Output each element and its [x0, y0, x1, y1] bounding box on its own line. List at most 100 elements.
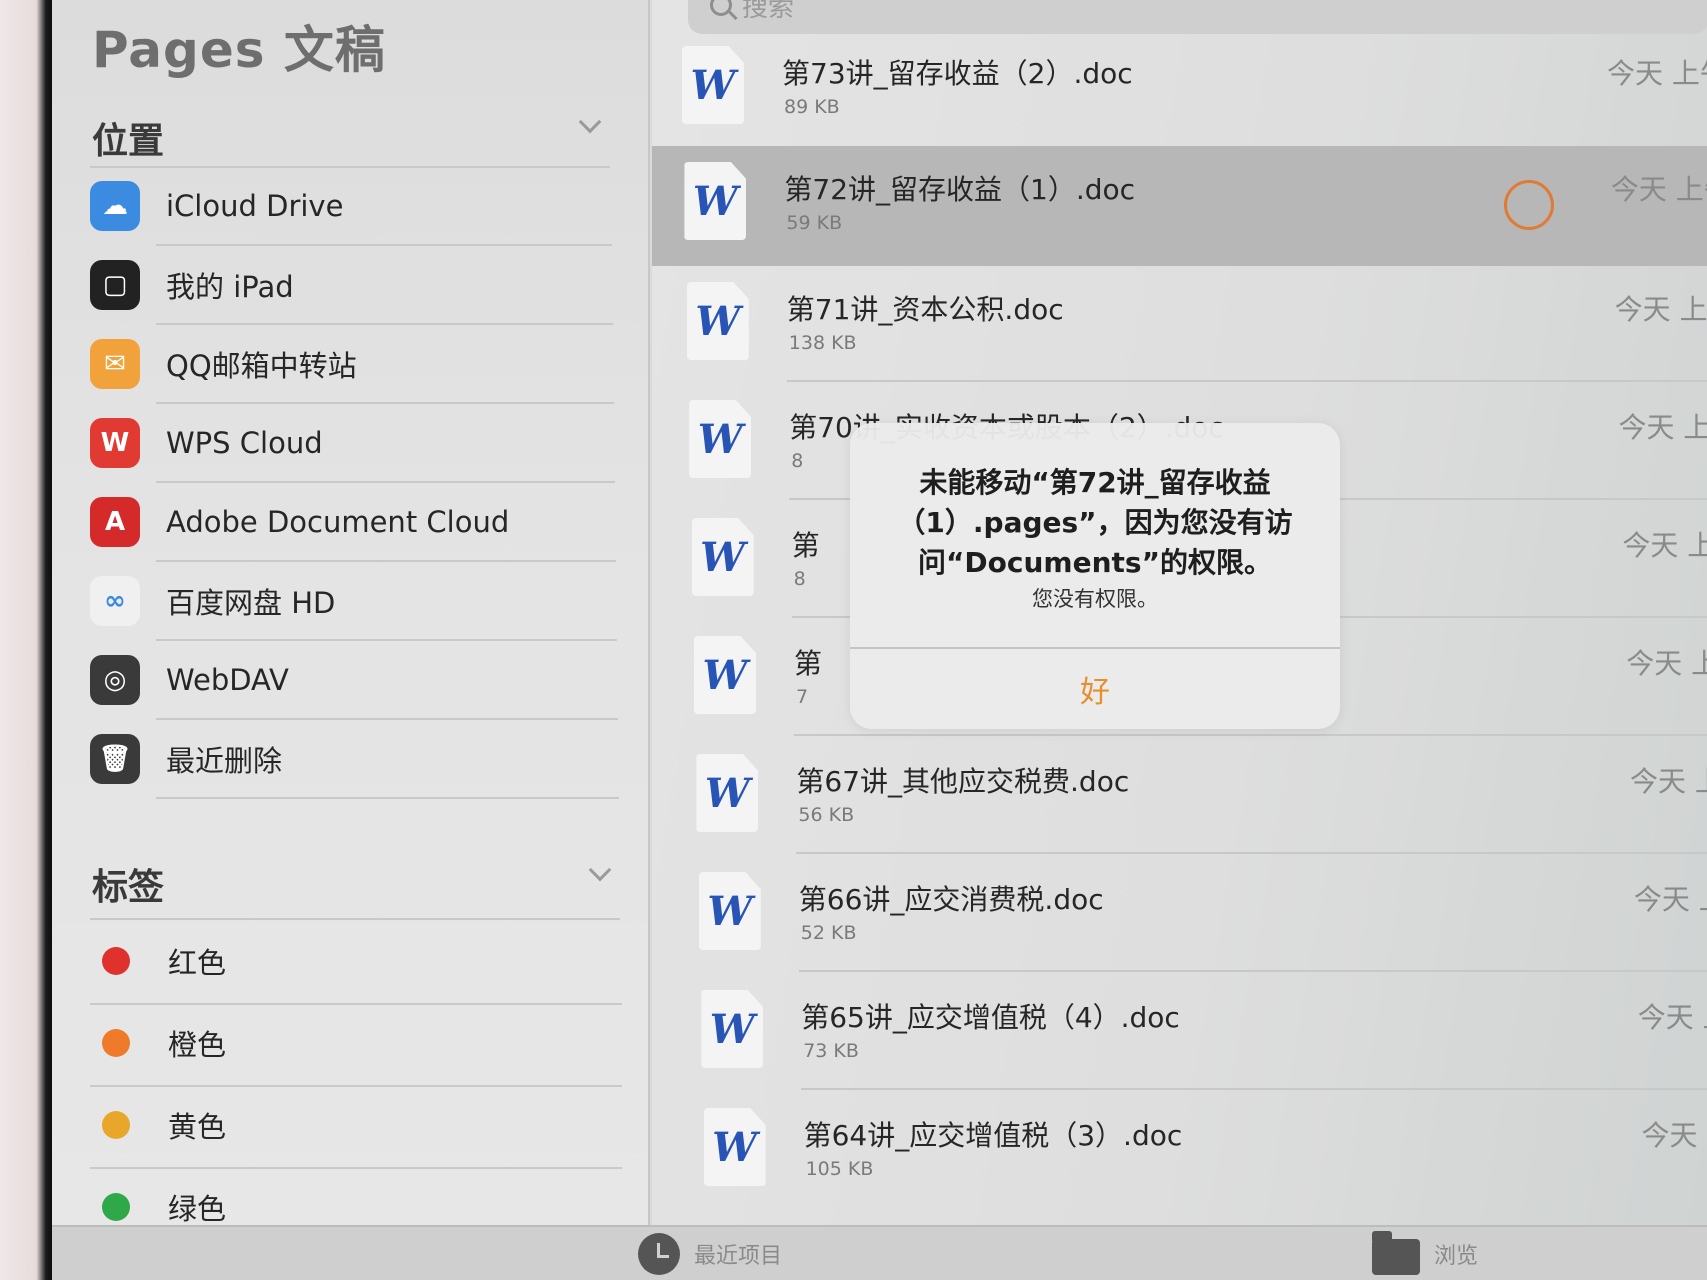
- search-placeholder: 搜索: [742, 0, 795, 23]
- divider: [156, 639, 617, 641]
- sidebar-item-label: WebDAV: [166, 663, 289, 697]
- word-doc-icon: W: [698, 872, 761, 950]
- divider: [90, 1003, 622, 1005]
- divider: [156, 323, 613, 325]
- locations-header[interactable]: 位置: [92, 112, 164, 164]
- sidebar-item-tag[interactable]: 红色: [90, 925, 610, 997]
- trash-icon: 🗑: [90, 734, 140, 784]
- ipad-icon: ▢: [90, 260, 140, 310]
- file-size: 8: [793, 568, 806, 590]
- file-name: 第: [791, 529, 820, 562]
- alert-message: 您没有权限。: [1032, 587, 1158, 611]
- tag-label: 黄色: [168, 1110, 227, 1144]
- clock-icon: [638, 1233, 680, 1275]
- file-name: 第66讲_应交消费税.doc: [798, 883, 1104, 916]
- file-date: 今天 上午: [1630, 765, 1707, 798]
- file-size: 138 KB: [788, 332, 857, 354]
- tags-header[interactable]: 标签: [92, 858, 164, 910]
- file-date: 今天 上午: [1626, 647, 1707, 680]
- sidebar-item-location[interactable]: ☁ iCloud Drive: [90, 170, 610, 242]
- word-doc-icon: W: [694, 636, 756, 714]
- file-date: 今天 上午: [1622, 529, 1707, 562]
- search-icon: [710, 0, 732, 16]
- baidu-icon: ∞: [90, 576, 140, 626]
- sidebar-item-location[interactable]: W WPS Cloud: [90, 407, 610, 479]
- sidebar-item-location[interactable]: 🗑 最近删除: [90, 723, 610, 795]
- tab-recents[interactable]: 最近项目: [638, 1233, 782, 1275]
- sidebar-item-location[interactable]: ✉ QQ邮箱中转站: [90, 328, 610, 400]
- file-size: 7: [796, 686, 809, 708]
- row-divider: [794, 734, 1707, 736]
- tab-bar: 最近项目 浏览: [52, 1225, 1707, 1280]
- word-letter: W: [700, 533, 746, 581]
- divider: [90, 1085, 622, 1087]
- file-size: 105 KB: [805, 1158, 874, 1180]
- word-letter: W: [712, 1123, 758, 1171]
- sidebar-item-label: 我的 iPad: [166, 270, 294, 304]
- file-size: 73 KB: [803, 1040, 859, 1062]
- file-row[interactable]: W 第65讲_应交增值税（4）.doc 73 KB 今天 上午: [652, 974, 1707, 1086]
- tag-color-dot: [102, 1029, 130, 1057]
- file-date: 今天 上午8: [1610, 173, 1707, 206]
- chevron-down-icon[interactable]: [588, 858, 612, 882]
- row-divider: [786, 380, 1707, 382]
- row-divider: [801, 1088, 1707, 1090]
- word-doc-icon: W: [682, 46, 744, 124]
- word-letter: W: [704, 769, 750, 817]
- file-date: 今天 上: [1641, 1119, 1707, 1152]
- sidebar-item-location[interactable]: ◎ WebDAV: [90, 644, 610, 716]
- file-date: 今天 上午8: [1607, 57, 1707, 90]
- file-name: 第71讲_资本公积.doc: [786, 293, 1064, 326]
- word-letter: W: [707, 887, 753, 935]
- sidebar: Pages 文稿 位置 ☁ iCloud Drive ▢ 我的 iPad ✉ QQ邮箱中转…: [52, 0, 650, 1226]
- word-letter: W: [702, 651, 748, 699]
- file-date: 今天 上午: [1614, 293, 1707, 326]
- divider: [156, 797, 619, 799]
- word-letter: W: [690, 61, 736, 109]
- file-row[interactable]: W 第67讲_其他应交税费.doc 56 KB 今天 上午: [652, 738, 1707, 850]
- divider: [90, 1167, 622, 1169]
- tag-color-dot: [102, 1111, 130, 1139]
- selection-circle-icon[interactable]: [1504, 180, 1554, 230]
- file-date: 今天 上午: [1633, 883, 1707, 916]
- divider: [90, 166, 610, 168]
- tab-browse-label: 浏览: [1434, 1244, 1479, 1269]
- word-doc-icon: W: [686, 282, 749, 360]
- tab-browse[interactable]: 浏览: [1372, 1231, 1479, 1275]
- sidebar-item-location[interactable]: ▢ 我的 iPad: [90, 249, 610, 321]
- word-doc-icon: W: [684, 162, 747, 240]
- file-row[interactable]: W 第71讲_资本公积.doc 138 KB 今天 上午: [652, 266, 1707, 378]
- error-alert: 未能移动“第72讲_留存收益（1）.pages”，因为您没有访问“Documen…: [850, 423, 1340, 729]
- file-row[interactable]: W 第64讲_应交增值税（3）.doc 105 KB 今天 上: [652, 1092, 1707, 1204]
- file-name: 第73讲_留存收益（2）.doc: [782, 57, 1133, 90]
- file-date: 今天 上午: [1637, 1001, 1707, 1034]
- sidebar-item-tag[interactable]: 黄色: [90, 1089, 610, 1161]
- file-row[interactable]: W 第73讲_留存收益（2）.doc 89 KB 今天 上午8: [652, 30, 1707, 142]
- word-letter: W: [695, 297, 741, 345]
- ok-button[interactable]: 好: [850, 649, 1340, 729]
- row-divider: [798, 970, 1707, 972]
- tag-label: 红色: [168, 946, 227, 980]
- sidebar-item-label: Adobe Document Cloud: [166, 505, 510, 539]
- tab-recents-label: 最近项目: [694, 1244, 783, 1269]
- icloud-icon: ☁: [90, 181, 140, 231]
- file-row[interactable]: W 第66讲_应交消费税.doc 52 KB 今天 上午: [652, 856, 1707, 968]
- chevron-down-icon[interactable]: [578, 110, 602, 134]
- search-input[interactable]: 搜索: [688, 0, 1707, 34]
- word-letter: W: [692, 177, 738, 225]
- tag-label: 绿色: [168, 1192, 227, 1226]
- divider: [156, 718, 618, 720]
- file-name: 第64讲_应交增值税（3）.doc: [803, 1119, 1183, 1152]
- word-doc-icon: W: [696, 754, 759, 832]
- sidebar-item-tag[interactable]: 橙色: [90, 1007, 610, 1079]
- sidebar-item-location[interactable]: ∞ 百度网盘 HD: [90, 565, 610, 637]
- file-name: 第72讲_留存收益（1）.doc: [784, 173, 1136, 206]
- file-size: 89 KB: [784, 96, 840, 118]
- sidebar-item-location[interactable]: A Adobe Document Cloud: [90, 486, 610, 558]
- row-divider: [796, 852, 1707, 854]
- file-size: 59 KB: [786, 212, 843, 234]
- file-name: 第67讲_其他应交税费.doc: [796, 765, 1130, 798]
- word-doc-icon: W: [689, 400, 752, 478]
- device-bezel: [0, 0, 52, 1280]
- file-row[interactable]: W 第72讲_留存收益（1）.doc 59 KB 今天 上午8: [652, 146, 1707, 266]
